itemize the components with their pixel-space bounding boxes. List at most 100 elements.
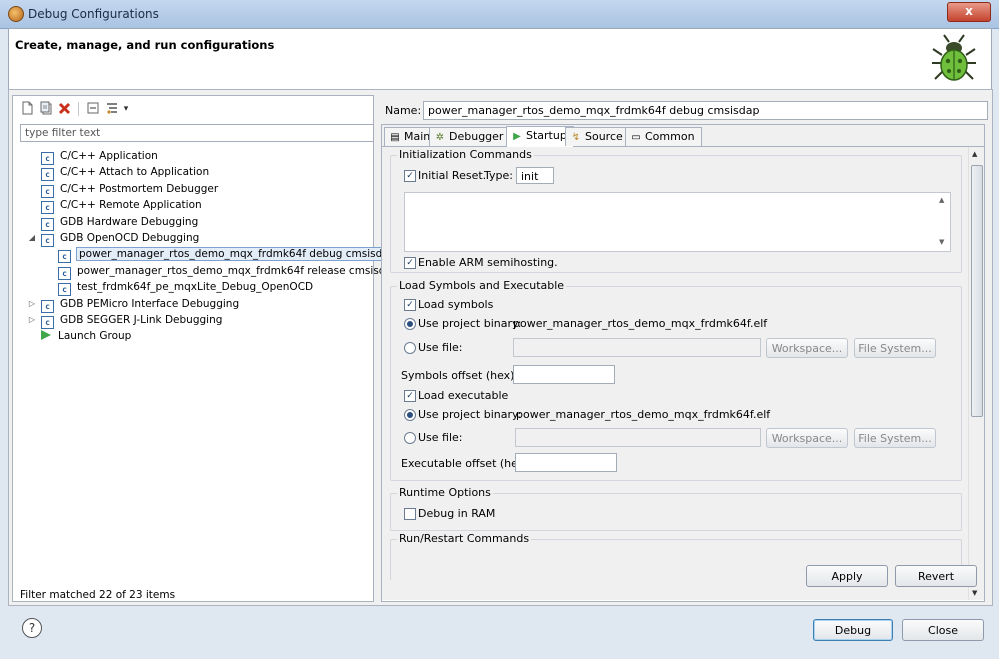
exec-use-project-binary-radio[interactable] (404, 409, 416, 421)
dialog-content: ▾ cC/C++ ApplicationcC/C++ Attach to App… (8, 89, 993, 606)
tree-item-label: Launch Group (58, 330, 132, 342)
load-executable-checkbox[interactable]: ✓ (404, 390, 416, 402)
tree-item[interactable]: c GDB Hardware Debugging (41, 214, 198, 231)
main-tab-icon: ▤ (390, 132, 400, 143)
revert-button[interactable]: Revert (895, 565, 977, 587)
init-commands-title: Initialization Commands (397, 148, 534, 161)
configuration-tree-pane: ▾ cC/C++ ApplicationcC/C++ Attach to App… (12, 95, 399, 602)
tree-item[interactable]: ▷ c GDB PEMicro Interface Debugging (29, 296, 240, 313)
load-symbols-title: Load Symbols and Executable (397, 279, 567, 292)
tree-item[interactable]: c C/C++ Attach to Application (41, 164, 209, 181)
init-commands-textarea[interactable] (404, 192, 951, 252)
exec-workspace-button[interactable]: Workspace... (766, 428, 848, 448)
filter-icon[interactable] (104, 101, 120, 117)
window-close-button[interactable]: x (947, 2, 991, 22)
tab-source[interactable]: ↯ Source (565, 127, 630, 146)
tab-startup[interactable]: ▶ Startup (506, 126, 574, 147)
tree-item-label: power_manager_rtos_demo_mqx_frdmk64f deb… (75, 247, 399, 261)
symbols-use-project-binary-radio[interactable] (404, 318, 416, 330)
symbols-use-project-binary-label: Use project binary: (418, 317, 522, 330)
symbols-file-field (513, 338, 761, 357)
debugger-tab-icon: ✲ (435, 132, 445, 143)
c-config-icon: c (58, 250, 71, 263)
init-commands-group: Initialization Commands ✓ Initial Reset.… (390, 148, 962, 273)
startup-tab-icon: ▶ (513, 131, 521, 142)
name-label: Name: (385, 104, 422, 117)
tree-collapsed-icon[interactable]: ▷ (27, 312, 37, 328)
tree-item[interactable]: c C/C++ Postmortem Debugger (41, 181, 218, 198)
runtime-options-group: Runtime Options Debug in RAM (390, 486, 962, 531)
scroll-down-icon[interactable]: ▼ (972, 589, 977, 597)
type-label: Type: (484, 169, 513, 182)
tree-item[interactable]: ◢ c GDB OpenOCD Debugging (29, 230, 200, 247)
tab-panel: ▤ Main ✲ Debugger ▶ Startup ↯ Source ▭ Common… (381, 124, 985, 602)
exec-binary-value: power_manager_rtos_demo_mqx_frdmk64f.elf (516, 408, 771, 421)
vertical-scrollbar[interactable]: ▲ ▼ (968, 147, 984, 600)
exec-offset-label: Executable offset (hex): (401, 457, 533, 470)
apply-button[interactable]: Apply (806, 565, 888, 587)
header-title: Create, manage, and run configurations (15, 38, 275, 52)
tree-expanded-icon[interactable]: ◢ (27, 230, 37, 246)
semihosting-label: Enable ARM semihosting. (418, 256, 558, 269)
tree-item[interactable]: c C/C++ Remote Application (41, 197, 202, 214)
initial-reset-checkbox[interactable]: ✓ (404, 170, 416, 182)
help-icon[interactable]: ? (22, 618, 42, 638)
duplicate-icon[interactable] (38, 101, 54, 117)
tree-item-label: GDB SEGGER J-Link Debugging (60, 314, 223, 326)
tree-item-label: C/C++ Application (60, 150, 158, 162)
close-button[interactable]: Close (902, 619, 984, 641)
bug-icon (932, 34, 976, 81)
chevron-down-icon[interactable]: ▾ (121, 101, 131, 117)
tree-item[interactable]: c test_frdmk64f_pe_mqxLite_Debug_OpenOCD (58, 279, 314, 296)
exec-use-file-label: Use file: (418, 431, 463, 444)
textarea-scroll-down-icon[interactable]: ▼ (939, 238, 944, 246)
load-symbols-group: Load Symbols and Executable ✓ Load symbo… (390, 279, 962, 481)
tab-debugger[interactable]: ✲ Debugger (429, 127, 511, 146)
tree-item[interactable]: c C/C++ Application (41, 148, 158, 165)
exec-use-project-binary-label: Use project binary: (418, 408, 522, 421)
tree-item[interactable]: c power_manager_rtos_demo_mqx_frdmk64f de… (58, 246, 399, 263)
tab-strip: ▤ Main ✲ Debugger ▶ Startup ↯ Source ▭ Common (382, 125, 984, 147)
load-executable-label: Load executable (418, 389, 509, 402)
tree-item[interactable]: Launch Group (41, 328, 131, 344)
load-symbols-checkbox[interactable]: ✓ (404, 299, 416, 311)
exec-offset-field[interactable] (515, 453, 617, 472)
reset-type-field[interactable]: init (516, 167, 554, 184)
tree-item-label: power_manager_rtos_demo_mqx_frdmk64f rel… (77, 265, 399, 277)
exec-file-system-button[interactable]: File System... (854, 428, 936, 448)
symbols-use-file-label: Use file: (418, 341, 463, 354)
tree-item-label: GDB PEMicro Interface Debugging (60, 298, 240, 310)
scrollbar-thumb[interactable] (971, 165, 983, 417)
tab-common[interactable]: ▭ Common (625, 127, 702, 146)
tree-item-label: C/C++ Remote Application (60, 199, 202, 211)
title-bar: Debug Configurations x (0, 0, 999, 29)
tree-item[interactable]: c power_manager_rtos_demo_mqx_frdmk64f re… (58, 263, 399, 280)
filter-input[interactable] (20, 124, 374, 142)
runtime-options-title: Runtime Options (397, 486, 493, 499)
exec-use-file-radio[interactable] (404, 432, 416, 444)
new-config-icon[interactable] (19, 101, 35, 117)
toolbar-separator (78, 102, 79, 116)
symbols-offset-field[interactable] (513, 365, 615, 384)
tree-item-label: test_frdmk64f_pe_mqxLite_Debug_OpenOCD (77, 281, 314, 293)
semihosting-checkbox[interactable]: ✓ (404, 257, 416, 269)
tree-item[interactable]: ▷ c GDB SEGGER J-Link Debugging (29, 312, 223, 329)
debug-button[interactable]: Debug (813, 619, 893, 641)
symbols-offset-label: Symbols offset (hex): (401, 369, 519, 382)
common-tab-icon: ▭ (631, 132, 641, 143)
symbols-workspace-button[interactable]: Workspace... (766, 338, 848, 358)
source-tab-icon: ↯ (571, 132, 581, 143)
c-config-icon: c (58, 283, 71, 296)
tree-collapsed-icon[interactable]: ▷ (27, 296, 37, 312)
symbols-use-file-radio[interactable] (404, 342, 416, 354)
name-field[interactable]: power_manager_rtos_demo_mqx_frdmk64f deb… (423, 101, 988, 120)
collapse-all-icon[interactable] (85, 101, 101, 117)
tree-item-label: GDB OpenOCD Debugging (60, 232, 200, 244)
c-config-icon: c (41, 168, 54, 181)
symbols-file-system-button[interactable]: File System... (854, 338, 936, 358)
scroll-up-icon[interactable]: ▲ (972, 150, 977, 158)
debug-in-ram-checkbox[interactable] (404, 508, 416, 520)
textarea-scroll-up-icon[interactable]: ▲ (939, 196, 944, 204)
delete-icon[interactable] (57, 101, 73, 117)
launch-group-icon (41, 330, 51, 340)
